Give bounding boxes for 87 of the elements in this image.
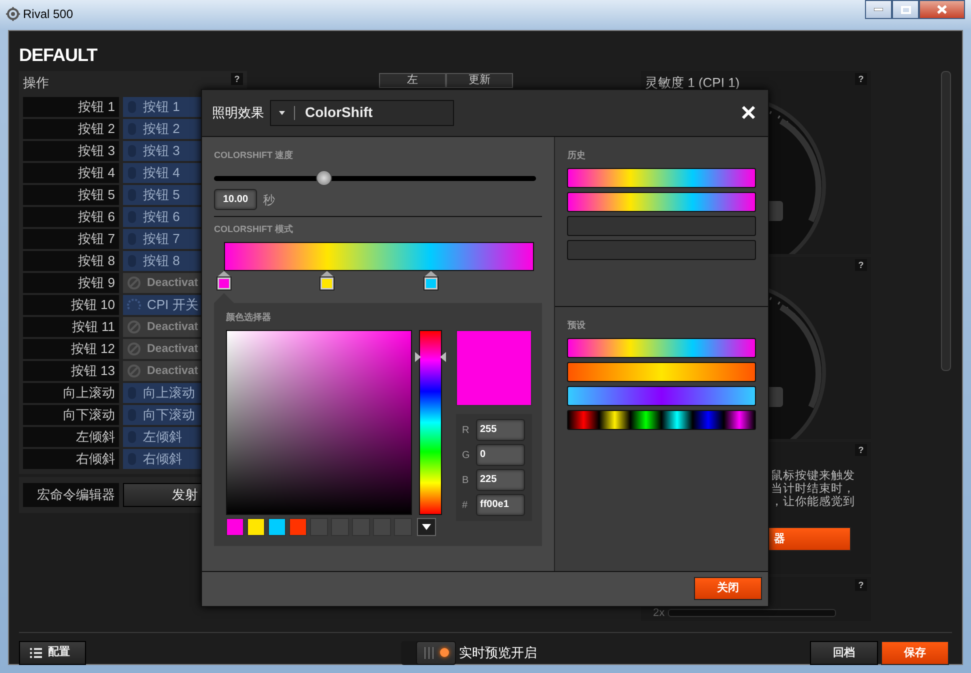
panel-title: 灵敏度 1 (CPI 1) (645, 74, 740, 92)
button-label: 按钮 12 (23, 339, 119, 359)
profile-title: DEFAULT (19, 44, 98, 67)
button-label: 按钮 6 (23, 207, 119, 227)
description-text: ，让你能感觉到 (771, 496, 856, 509)
hue-slider-handle[interactable] (415, 352, 446, 362)
value-field[interactable]: 225 (476, 469, 525, 492)
button-label: 按钮 10 (23, 295, 119, 315)
gradient-swatch[interactable] (567, 192, 756, 212)
effect-dropdown[interactable]: ColorShift (270, 100, 454, 126)
minimize-icon (874, 8, 883, 11)
value-field[interactable]: 0 (476, 444, 525, 466)
button-label: 向上滚动 (23, 383, 119, 403)
saturation-field[interactable] (226, 330, 412, 516)
button-label: 按钮 4 (23, 163, 119, 183)
field-label: B (462, 474, 470, 488)
help-button[interactable]: ? (855, 73, 867, 85)
switch-label: 实时预览开启 (459, 644, 537, 662)
field-label: R (462, 424, 470, 438)
button-label: 左倾斜 (23, 427, 119, 447)
color-swatch[interactable] (226, 518, 244, 536)
button-label: 按钮 8 (23, 251, 119, 271)
value-field[interactable]: ff00e1 (476, 494, 525, 516)
revert-button[interactable]: 回档 (810, 640, 878, 664)
maximize-button[interactable] (892, 0, 919, 19)
disabled-icon (127, 276, 141, 290)
unit-label: 秒 (263, 192, 275, 209)
app-logo-icon (6, 7, 20, 21)
gradient-swatch[interactable] (567, 386, 756, 406)
caret-icon (422, 524, 431, 530)
button-label: 按钮 3 (23, 141, 119, 161)
color-swatch[interactable] (289, 518, 307, 536)
tab[interactable]: 更新 (446, 73, 513, 88)
description-text: 当计时结束时， (771, 483, 856, 496)
config-button[interactable]: 配置 (19, 640, 86, 664)
minimize-button[interactable] (865, 0, 892, 19)
gauge-icon (127, 298, 141, 312)
disabled-icon (127, 342, 141, 356)
color-stop-handle[interactable] (319, 270, 336, 291)
description-text: 鼠标按键来触发 (771, 470, 856, 482)
close-dialog-button[interactable]: 关闭 (694, 577, 762, 600)
gradient-swatch[interactable] (567, 362, 756, 382)
help-button[interactable]: ? (231, 73, 243, 85)
value-field[interactable]: 255 (476, 419, 525, 442)
disabled-icon (127, 364, 141, 378)
close-icon[interactable] (741, 105, 756, 120)
button-label: 按钮 13 (23, 361, 119, 381)
section-label: 历史 (567, 148, 586, 162)
field-label: # (462, 498, 469, 513)
caret-icon (278, 110, 286, 116)
speed-field[interactable]: 10.00 (214, 189, 257, 210)
slider-thumb[interactable] (316, 170, 332, 186)
close-icon (937, 5, 947, 14)
panel-title: 操作 (23, 74, 49, 92)
button-label: 向下滚动 (23, 405, 119, 425)
help-button[interactable]: ? (855, 259, 867, 271)
button-label: 按钮 7 (23, 229, 119, 249)
maximize-icon (900, 6, 910, 14)
window-title: Rival 500 (23, 6, 74, 23)
scale-label: 2x (653, 606, 665, 621)
color-swatch[interactable] (268, 518, 286, 536)
gradient-swatch[interactable] (567, 410, 756, 430)
preview-switch[interactable] (401, 640, 456, 664)
help-button[interactable]: ? (855, 579, 867, 591)
help-button[interactable]: ? (855, 444, 867, 456)
field-label: G (462, 448, 470, 463)
gradient-swatch[interactable] (567, 338, 756, 358)
macro-label: 宏命令编辑器 (23, 483, 119, 507)
color-swatch[interactable] (247, 518, 265, 536)
button-label: 右倾斜 (23, 449, 119, 469)
button-label: 按钮 11 (23, 317, 119, 337)
save-button[interactable]: 保存 (881, 640, 949, 664)
close-button[interactable] (919, 0, 965, 19)
button-label: 按钮 2 (23, 119, 119, 139)
color-stop-handle[interactable] (422, 270, 439, 291)
swatch-menu-button[interactable] (417, 518, 436, 536)
grip-icon (424, 646, 434, 658)
scrollbar[interactable] (941, 71, 951, 371)
tab[interactable]: 左 (379, 73, 446, 88)
button-label: 按钮 5 (23, 185, 119, 205)
button-label: 按钮 9 (23, 273, 119, 293)
list-icon (30, 648, 42, 658)
color-stop-handle[interactable] (216, 270, 232, 291)
disabled-icon (127, 320, 141, 334)
button-label: 按钮 1 (23, 97, 119, 117)
section-label: 预设 (567, 318, 586, 332)
gradient-swatch[interactable] (567, 168, 756, 188)
